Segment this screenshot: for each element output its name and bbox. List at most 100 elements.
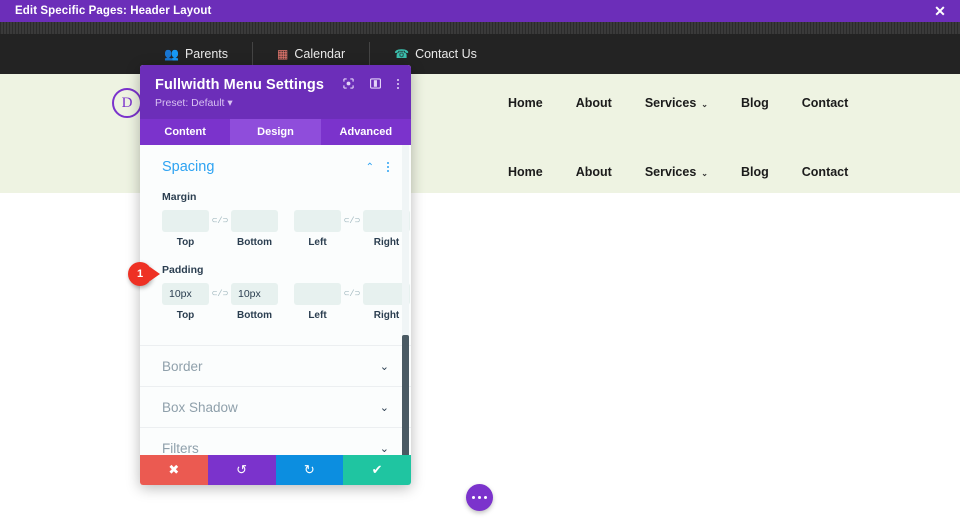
menu-item-blog[interactable]: Blog bbox=[741, 165, 769, 179]
link-padding-vertical-icon[interactable]: ⊂/⊃ bbox=[209, 283, 231, 305]
collapsed-sections-list: Border ⌄ Box Shadow ⌄ Filters ⌄ bbox=[140, 345, 411, 455]
phone-icon: ☎ bbox=[394, 47, 410, 61]
section-label: Box Shadow bbox=[162, 399, 238, 415]
margin-top-caption: Top bbox=[176, 237, 195, 248]
page-settings-fab[interactable] bbox=[466, 484, 493, 511]
margin-bottom-caption: Bottom bbox=[237, 237, 272, 248]
section-title: Spacing bbox=[162, 159, 215, 175]
margin-fields-row: Top ⊂/⊃ Bottom Left ⊂/⊃ Right bbox=[162, 210, 410, 248]
fab-dot bbox=[472, 496, 475, 499]
chevron-down-icon: ⌄ bbox=[701, 168, 708, 178]
modal-footer: ✖ ↺ ↻ ✔ bbox=[140, 455, 411, 485]
section-tools: ⌃ bbox=[366, 162, 389, 173]
layout-icon[interactable] bbox=[370, 78, 381, 89]
screen-root: Edit Specific Pages: Header Layout ✕ 👥 P… bbox=[0, 0, 960, 527]
menu-item-blog[interactable]: Blog bbox=[741, 96, 769, 110]
menu-item-label: Blog bbox=[740, 165, 769, 179]
calendar-icon: ▦ bbox=[277, 47, 289, 61]
redo-button[interactable]: ↻ bbox=[275, 455, 344, 485]
padding-bottom-cell: Bottom bbox=[231, 283, 278, 321]
focus-icon[interactable] bbox=[343, 78, 354, 89]
cancel-button[interactable]: ✖ bbox=[140, 455, 208, 485]
section-label: Filters bbox=[162, 440, 199, 456]
more-options-icon[interactable] bbox=[397, 78, 399, 89]
padding-bottom-input[interactable] bbox=[231, 283, 278, 305]
utility-nav-label: Calendar bbox=[294, 47, 346, 61]
section-label: Border bbox=[162, 358, 203, 374]
utility-nav-item-calendar[interactable]: ▦ Calendar bbox=[253, 42, 371, 66]
padding-left-cell: Left bbox=[294, 283, 341, 321]
modal-tabs: Content Design Advanced bbox=[140, 119, 411, 145]
menu-item-label: About bbox=[575, 165, 612, 179]
margin-vertical-pair: Top ⊂/⊃ Bottom bbox=[162, 210, 278, 248]
margin-bottom-input[interactable] bbox=[231, 210, 278, 232]
site-logo[interactable]: D bbox=[112, 88, 142, 118]
menu-item-services[interactable]: Services ⌄ bbox=[645, 96, 708, 110]
tab-design[interactable]: Design bbox=[230, 119, 321, 145]
link-margin-vertical-icon[interactable]: ⊂/⊃ bbox=[209, 210, 231, 232]
striped-divider bbox=[0, 22, 960, 34]
padding-right-caption: Right bbox=[373, 310, 400, 321]
utility-nav-label: Contact Us bbox=[415, 47, 477, 61]
link-margin-horizontal-icon[interactable]: ⊂/⊃ bbox=[341, 210, 363, 232]
padding-group: Padding Top ⊂/⊃ Bottom bbox=[162, 264, 410, 321]
menu-item-label: Home bbox=[508, 96, 543, 110]
menu-item-label: Contact bbox=[801, 165, 849, 179]
menu-item-label: Home bbox=[508, 165, 543, 179]
margin-group: Margin Top ⊂/⊃ Bottom Left ⊂/⊃ Right bbox=[162, 191, 410, 248]
fab-dot bbox=[478, 496, 481, 499]
menu-item-contact[interactable]: Contact bbox=[802, 165, 849, 179]
section-filters[interactable]: Filters ⌄ bbox=[140, 427, 411, 455]
menu-item-about[interactable]: About bbox=[576, 165, 612, 179]
section-more-options-icon[interactable] bbox=[387, 162, 389, 172]
save-button[interactable]: ✔ bbox=[343, 455, 411, 485]
annotation-callout-1: 1 bbox=[128, 262, 160, 286]
primary-menu-row-1: Home About Services ⌄ Blog Contact bbox=[508, 91, 848, 115]
menu-item-home[interactable]: Home bbox=[508, 165, 543, 179]
padding-vertical-pair: Top ⊂/⊃ Bottom bbox=[162, 283, 278, 321]
margin-label: Margin bbox=[162, 191, 197, 203]
margin-bottom-cell: Bottom bbox=[231, 210, 278, 248]
chevron-down-icon: ⌄ bbox=[379, 401, 389, 414]
margin-left-input[interactable] bbox=[294, 210, 341, 232]
section-box-shadow[interactable]: Box Shadow ⌄ bbox=[140, 386, 411, 427]
margin-right-caption: Right bbox=[373, 237, 400, 248]
spacing-section-header[interactable]: Spacing ⌃ bbox=[162, 159, 389, 175]
link-padding-horizontal-icon[interactable]: ⊂/⊃ bbox=[341, 283, 363, 305]
margin-horizontal-pair: Left ⊂/⊃ Right bbox=[294, 210, 410, 248]
padding-top-cell: Top bbox=[162, 283, 209, 321]
utility-nav-label: Parents bbox=[184, 47, 229, 61]
menu-item-home[interactable]: Home bbox=[508, 96, 543, 110]
chevron-down-icon: ⌄ bbox=[379, 442, 389, 455]
modal-header: Fullwidth Menu Settings Preset: Default … bbox=[140, 65, 411, 119]
chevron-down-icon: ⌄ bbox=[701, 99, 708, 109]
menu-item-about[interactable]: About bbox=[576, 96, 612, 110]
menu-item-label: About bbox=[575, 96, 612, 110]
tab-advanced[interactable]: Advanced bbox=[321, 119, 411, 145]
people-icon: 👥 bbox=[164, 47, 179, 61]
padding-top-input[interactable] bbox=[162, 283, 209, 305]
preset-selector[interactable]: Preset: Default ▾ bbox=[155, 97, 396, 109]
menu-item-services[interactable]: Services ⌄ bbox=[645, 165, 708, 179]
section-border[interactable]: Border ⌄ bbox=[140, 345, 411, 386]
menu-item-label: Services bbox=[644, 96, 697, 110]
close-icon[interactable]: ✕ bbox=[920, 0, 960, 22]
modal-body: Spacing ⌃ Margin Top ⊂/⊃ Bottom Left ⊂/⊃… bbox=[140, 145, 411, 455]
utility-nav-item-parents[interactable]: 👥 Parents bbox=[140, 42, 254, 66]
fab-dot bbox=[484, 496, 487, 499]
padding-left-input[interactable] bbox=[294, 283, 341, 305]
margin-top-cell: Top bbox=[162, 210, 209, 248]
padding-left-caption: Left bbox=[308, 310, 327, 321]
padding-bottom-caption: Bottom bbox=[237, 310, 272, 321]
utility-nav-item-contact-us[interactable]: ☎ Contact Us bbox=[370, 42, 501, 66]
spacing-section: Spacing ⌃ Margin Top ⊂/⊃ Bottom Left ⊂/⊃… bbox=[140, 145, 411, 321]
margin-left-caption: Left bbox=[308, 237, 327, 248]
scrollbar-thumb[interactable] bbox=[402, 335, 409, 455]
chevron-up-icon[interactable]: ⌃ bbox=[366, 162, 374, 173]
menu-item-contact[interactable]: Contact bbox=[802, 96, 849, 110]
undo-button[interactable]: ↺ bbox=[207, 455, 276, 485]
margin-top-input[interactable] bbox=[162, 210, 209, 232]
margin-left-cell: Left bbox=[294, 210, 341, 248]
padding-label: Padding bbox=[162, 264, 204, 276]
tab-content[interactable]: Content bbox=[140, 119, 230, 145]
